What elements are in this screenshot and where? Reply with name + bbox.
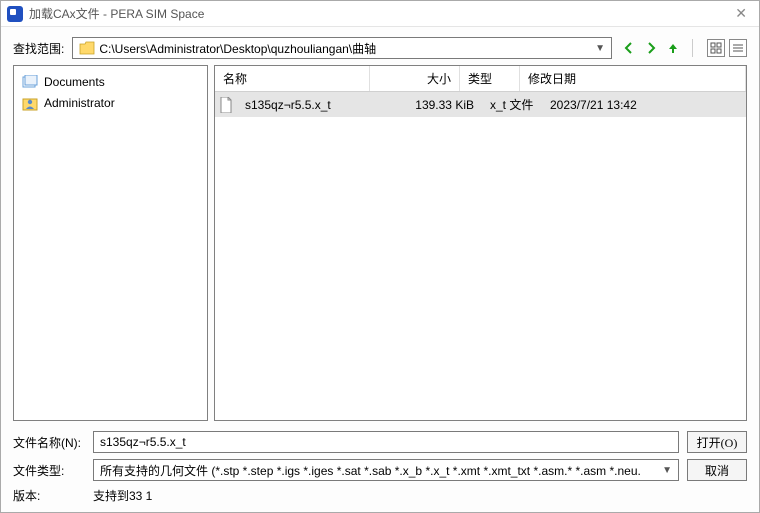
places-item-label: Administrator [44, 96, 115, 110]
chevron-down-icon[interactable]: ▼ [591, 43, 609, 54]
filetype-label: 文件类型: [13, 462, 85, 479]
file-row[interactable]: s135qz¬r5.5.x_t 139.33 KiB x_t 文件 2023/7… [215, 92, 746, 117]
view-buttons [707, 39, 747, 57]
back-button[interactable] [620, 39, 638, 57]
view-details-button[interactable] [707, 39, 725, 57]
filename-field[interactable]: s135qz¬r5.5.x_t [93, 431, 679, 453]
panes: Documents Administrator 名称 大小 类型 修改日期 [13, 65, 747, 421]
places-item-label: Documents [44, 75, 105, 89]
path-text: C:\Users\Administrator\Desktop\quzhoulia… [99, 40, 591, 57]
file-dialog: 加载CAx文件 - PERA SIM Space ✕ 查找范围: C:\User… [0, 0, 760, 513]
folder-icon [79, 41, 95, 55]
open-button[interactable]: 打开(O) [687, 431, 747, 453]
bottom-controls: 文件名称(N): s135qz¬r5.5.x_t 打开(O) 文件类型: 所有支… [13, 431, 747, 504]
filetype-value: 所有支持的几何文件 (*.stp *.step *.igs *.iges *.s… [100, 462, 641, 479]
filetype-select[interactable]: 所有支持的几何文件 (*.stp *.step *.igs *.iges *.s… [93, 459, 679, 481]
filename-row: 文件名称(N): s135qz¬r5.5.x_t 打开(O) [13, 431, 747, 453]
path-row: 查找范围: C:\Users\Administrator\Desktop\quz… [13, 37, 747, 59]
nav-buttons [620, 39, 682, 57]
version-row: 版本: 支持到33 1 [13, 487, 747, 504]
filename-label: 文件名称(N): [13, 434, 85, 451]
file-icon [219, 97, 233, 113]
file-list: 名称 大小 类型 修改日期 s135qz¬r5.5.x_t 139.33 KiB… [214, 65, 747, 421]
cancel-button[interactable]: 取消 [687, 459, 747, 481]
filetype-row: 文件类型: 所有支持的几何文件 (*.stp *.step *.igs *.ig… [13, 459, 747, 481]
version-label: 版本: [13, 487, 85, 504]
places-item-documents[interactable]: Documents [18, 72, 203, 92]
column-header-type[interactable]: 类型 [460, 66, 520, 91]
list-header: 名称 大小 类型 修改日期 [215, 66, 746, 92]
app-icon [7, 6, 23, 22]
file-name: s135qz¬r5.5.x_t [237, 96, 392, 114]
file-type: x_t 文件 [482, 94, 542, 115]
column-header-size[interactable]: 大小 [370, 66, 460, 91]
file-date: 2023/7/21 13:42 [542, 96, 746, 114]
dialog-content: 查找范围: C:\Users\Administrator\Desktop\quz… [1, 27, 759, 512]
titlebar: 加载CAx文件 - PERA SIM Space ✕ [1, 1, 759, 27]
column-header-date[interactable]: 修改日期 [520, 66, 746, 91]
file-size: 139.33 KiB [392, 96, 482, 114]
lookup-label: 查找范围: [13, 40, 64, 57]
up-button[interactable] [664, 39, 682, 57]
chevron-down-icon[interactable]: ▼ [662, 465, 672, 476]
places-panel: Documents Administrator [13, 65, 208, 421]
user-icon [22, 95, 38, 111]
places-item-administrator[interactable]: Administrator [18, 92, 203, 114]
version-value: 支持到33 1 [93, 487, 152, 504]
close-icon[interactable]: ✕ [729, 5, 753, 22]
window-title: 加载CAx文件 - PERA SIM Space [29, 5, 729, 22]
filename-value: s135qz¬r5.5.x_t [100, 435, 186, 449]
documents-icon [22, 75, 38, 89]
separator [692, 39, 693, 57]
forward-button[interactable] [642, 39, 660, 57]
view-list-button[interactable] [729, 39, 747, 57]
path-select[interactable]: C:\Users\Administrator\Desktop\quzhoulia… [72, 37, 612, 59]
column-header-name[interactable]: 名称 [215, 66, 370, 91]
